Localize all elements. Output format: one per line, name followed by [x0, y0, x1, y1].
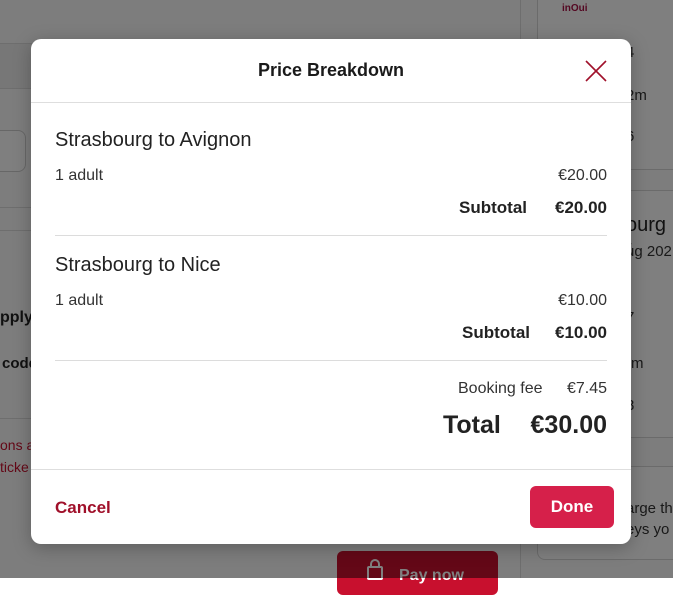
trip-section: Strasbourg to Avignon 1 adult €20.00 Sub… — [55, 129, 607, 229]
trip-route: Strasbourg to Avignon — [55, 129, 252, 151]
close-icon — [585, 60, 607, 82]
subtotal-label: Subtotal — [462, 323, 530, 342]
dialog-header: Price Breakdown — [31, 39, 631, 103]
passenger-count: 1 adult — [55, 167, 104, 184]
done-button[interactable]: Done — [530, 486, 614, 528]
total-label: Total — [443, 411, 501, 439]
passenger-count: 1 adult — [55, 292, 104, 309]
dialog-title: Price Breakdown — [257, 60, 405, 80]
total-value: €30.00 — [530, 411, 607, 439]
trip-route: Strasbourg to Nice — [55, 254, 221, 276]
trip-section: Strasbourg to Nice 1 adult €10.00 Subtot… — [55, 254, 607, 354]
dialog-footer: Cancel Done — [31, 469, 631, 545]
cancel-button[interactable]: Cancel — [55, 498, 111, 518]
section-divider — [55, 360, 607, 361]
booking-fee-value: €7.45 — [566, 380, 607, 397]
subtotal-value: €20.00 — [555, 198, 607, 217]
trip-price: €20.00 — [558, 167, 607, 184]
booking-fee-label: Booking fee — [458, 380, 543, 397]
subtotal-value: €10.00 — [555, 323, 607, 342]
price-breakdown-dialog: Price Breakdown Strasbourg to Avignon 1 … — [31, 39, 631, 544]
trip-price: €10.00 — [558, 292, 607, 309]
close-button[interactable] — [582, 57, 610, 85]
section-divider — [55, 235, 607, 236]
subtotal-label: Subtotal — [459, 198, 527, 217]
